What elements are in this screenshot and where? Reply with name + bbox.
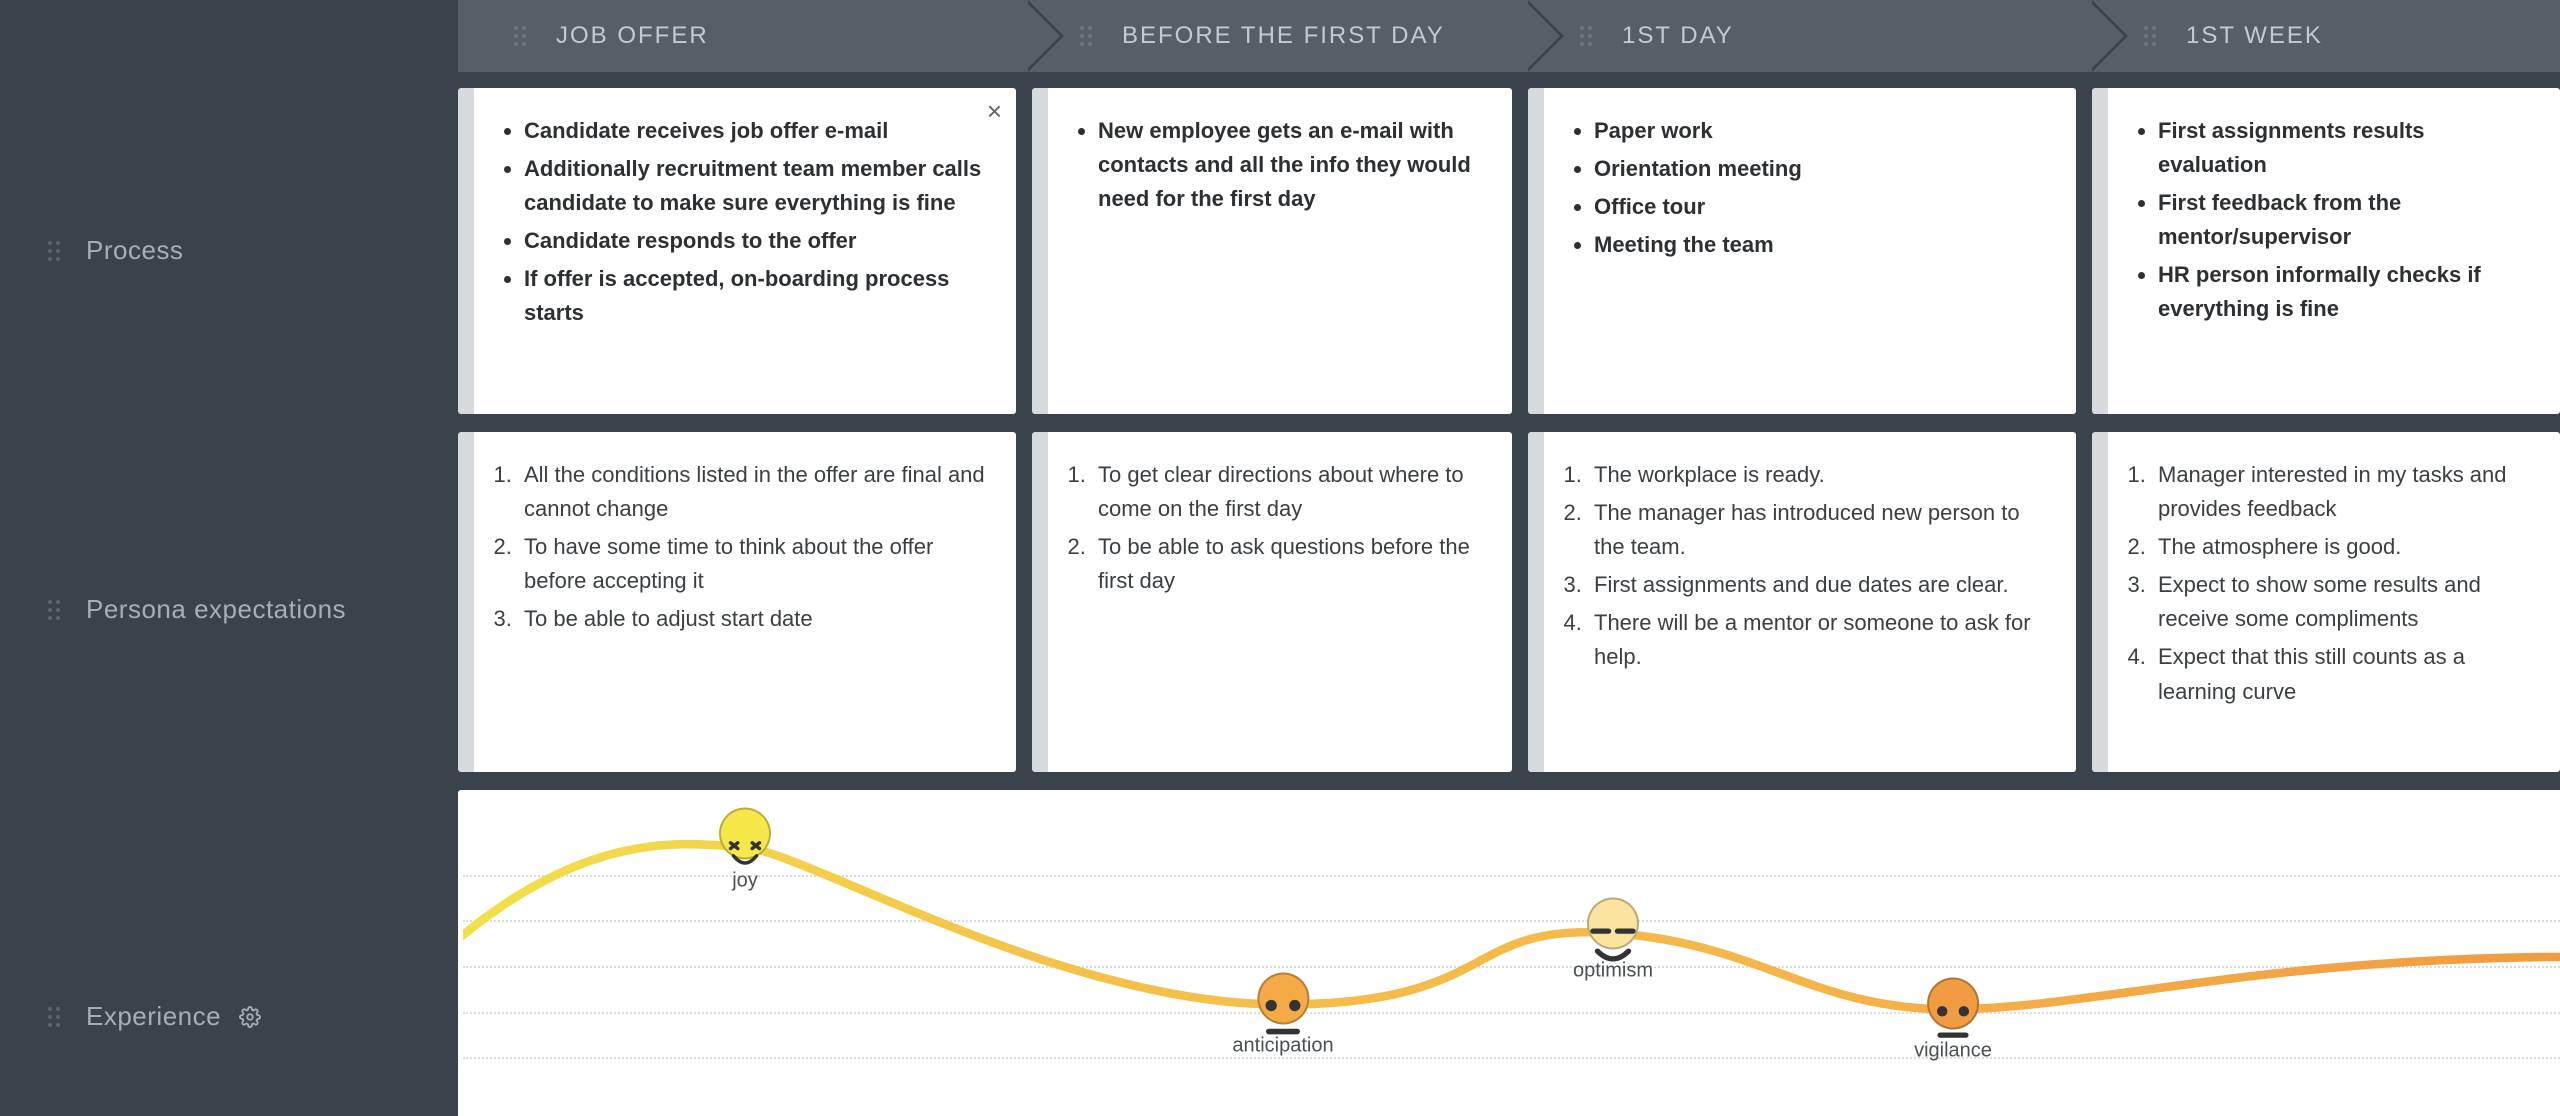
process-item: HR person informally checks if everythin… bbox=[2158, 258, 2532, 326]
expectations-row: All the conditions listed in the offer a… bbox=[458, 416, 2560, 774]
close-icon[interactable]: × bbox=[987, 98, 1002, 124]
process-card-first-week[interactable]: First assignments results evaluation Fir… bbox=[2092, 88, 2560, 414]
expectation-item: Expect to show some results and receive … bbox=[2152, 568, 2532, 636]
drag-handle-icon[interactable] bbox=[48, 241, 68, 261]
drag-handle-icon[interactable] bbox=[1580, 26, 1600, 46]
process-item: New employee gets an e-mail with contact… bbox=[1098, 114, 1484, 216]
expectation-item: Expect that this still counts as a learn… bbox=[2152, 640, 2532, 708]
drag-handle-icon[interactable] bbox=[514, 26, 534, 46]
row-label-text: Experience bbox=[86, 1000, 221, 1034]
emotion-point-vigilance[interactable]: vigilance bbox=[1914, 978, 1992, 1063]
emotion-point-optimism[interactable]: optimism bbox=[1573, 898, 1653, 983]
expectations-card-first-week[interactable]: Manager interested in my tasks and provi… bbox=[2092, 432, 2560, 772]
vigilance-face-icon bbox=[1927, 978, 1979, 1030]
process-item: First feedback from the mentor/superviso… bbox=[2158, 186, 2532, 254]
expectation-item: All the conditions listed in the offer a… bbox=[518, 458, 988, 526]
gear-icon[interactable] bbox=[239, 1006, 261, 1028]
process-row: × Candidate receives job offer e-mail Ad… bbox=[458, 72, 2560, 416]
expectation-item: To get clear directions about where to c… bbox=[1092, 458, 1484, 526]
row-labels-sidebar: Process Persona expectations Experience bbox=[0, 0, 458, 1116]
row-label-experience[interactable]: Experience bbox=[48, 1000, 261, 1034]
expectations-card-before-first-day[interactable]: To get clear directions about where to c… bbox=[1032, 432, 1512, 772]
drag-handle-icon[interactable] bbox=[2144, 26, 2164, 46]
drag-handle-icon[interactable] bbox=[1080, 26, 1100, 46]
stage-before-first-day[interactable]: BEFORE THE FIRST DAY bbox=[1024, 0, 1524, 72]
stage-label: 1ST DAY bbox=[1622, 22, 1734, 50]
process-item: Orientation meeting bbox=[1594, 152, 2048, 186]
expectation-item: Manager interested in my tasks and provi… bbox=[2152, 458, 2532, 526]
stage-header-row: JOB OFFER BEFORE THE FIRST DAY 1ST DAY 1… bbox=[458, 0, 2560, 72]
process-item: First assignments results evaluation bbox=[2158, 114, 2532, 182]
row-label-expectations[interactable]: Persona expectations bbox=[48, 593, 346, 627]
experience-chart[interactable]: joy anticipation optimism vigilance bbox=[458, 790, 2560, 1116]
expectation-item: The atmosphere is good. bbox=[2152, 530, 2532, 564]
emotion-point-joy[interactable]: joy bbox=[719, 808, 771, 893]
process-card-job-offer[interactable]: × Candidate receives job offer e-mail Ad… bbox=[458, 88, 1016, 414]
expectation-item: There will be a mentor or someone to ask… bbox=[1588, 606, 2048, 674]
expectation-item: The manager has introduced new person to… bbox=[1588, 496, 2048, 564]
experience-curve bbox=[463, 790, 2560, 1116]
anticipation-face-icon bbox=[1257, 973, 1309, 1025]
process-item: Meeting the team bbox=[1594, 228, 2048, 262]
expectation-item: To have some time to think about the off… bbox=[518, 530, 988, 598]
stage-job-offer[interactable]: JOB OFFER bbox=[458, 0, 1024, 72]
expectations-card-first-day[interactable]: The workplace is ready. The manager has … bbox=[1528, 432, 2076, 772]
process-item: Additionally recruitment team member cal… bbox=[524, 152, 988, 220]
process-card-first-day[interactable]: Paper work Orientation meeting Office to… bbox=[1528, 88, 2076, 414]
process-item: If offer is accepted, on-boarding proces… bbox=[524, 262, 988, 330]
row-label-process[interactable]: Process bbox=[48, 234, 183, 268]
expectation-item: First assignments and due dates are clea… bbox=[1588, 568, 2048, 602]
optimism-face-icon bbox=[1587, 898, 1639, 950]
stage-first-day[interactable]: 1ST DAY bbox=[1524, 0, 2088, 72]
app-root: Process Persona expectations Experience … bbox=[0, 0, 2560, 1116]
process-item: Candidate responds to the offer bbox=[524, 224, 988, 258]
drag-handle-icon[interactable] bbox=[48, 600, 68, 620]
process-item: Paper work bbox=[1594, 114, 2048, 148]
stage-label: JOB OFFER bbox=[556, 22, 709, 50]
stage-label: 1ST WEEK bbox=[2186, 22, 2323, 50]
process-card-before-first-day[interactable]: New employee gets an e-mail with contact… bbox=[1032, 88, 1512, 414]
journey-map-main: JOB OFFER BEFORE THE FIRST DAY 1ST DAY 1… bbox=[458, 0, 2560, 1116]
expectation-item: To be able to ask questions before the f… bbox=[1092, 530, 1484, 598]
joy-face-icon bbox=[719, 808, 771, 860]
process-item: Candidate receives job offer e-mail bbox=[524, 114, 988, 148]
row-label-text: Persona expectations bbox=[86, 593, 346, 627]
emotion-point-anticipation[interactable]: anticipation bbox=[1232, 973, 1333, 1058]
expectations-card-job-offer[interactable]: All the conditions listed in the offer a… bbox=[458, 432, 1016, 772]
expectation-item: To be able to adjust start date bbox=[518, 602, 988, 636]
process-item: Office tour bbox=[1594, 190, 2048, 224]
drag-handle-icon[interactable] bbox=[48, 1007, 68, 1027]
stage-first-week[interactable]: 1ST WEEK bbox=[2088, 0, 2560, 72]
expectation-item: The workplace is ready. bbox=[1588, 458, 2048, 492]
stage-label: BEFORE THE FIRST DAY bbox=[1122, 22, 1445, 50]
row-label-text: Process bbox=[86, 234, 183, 268]
